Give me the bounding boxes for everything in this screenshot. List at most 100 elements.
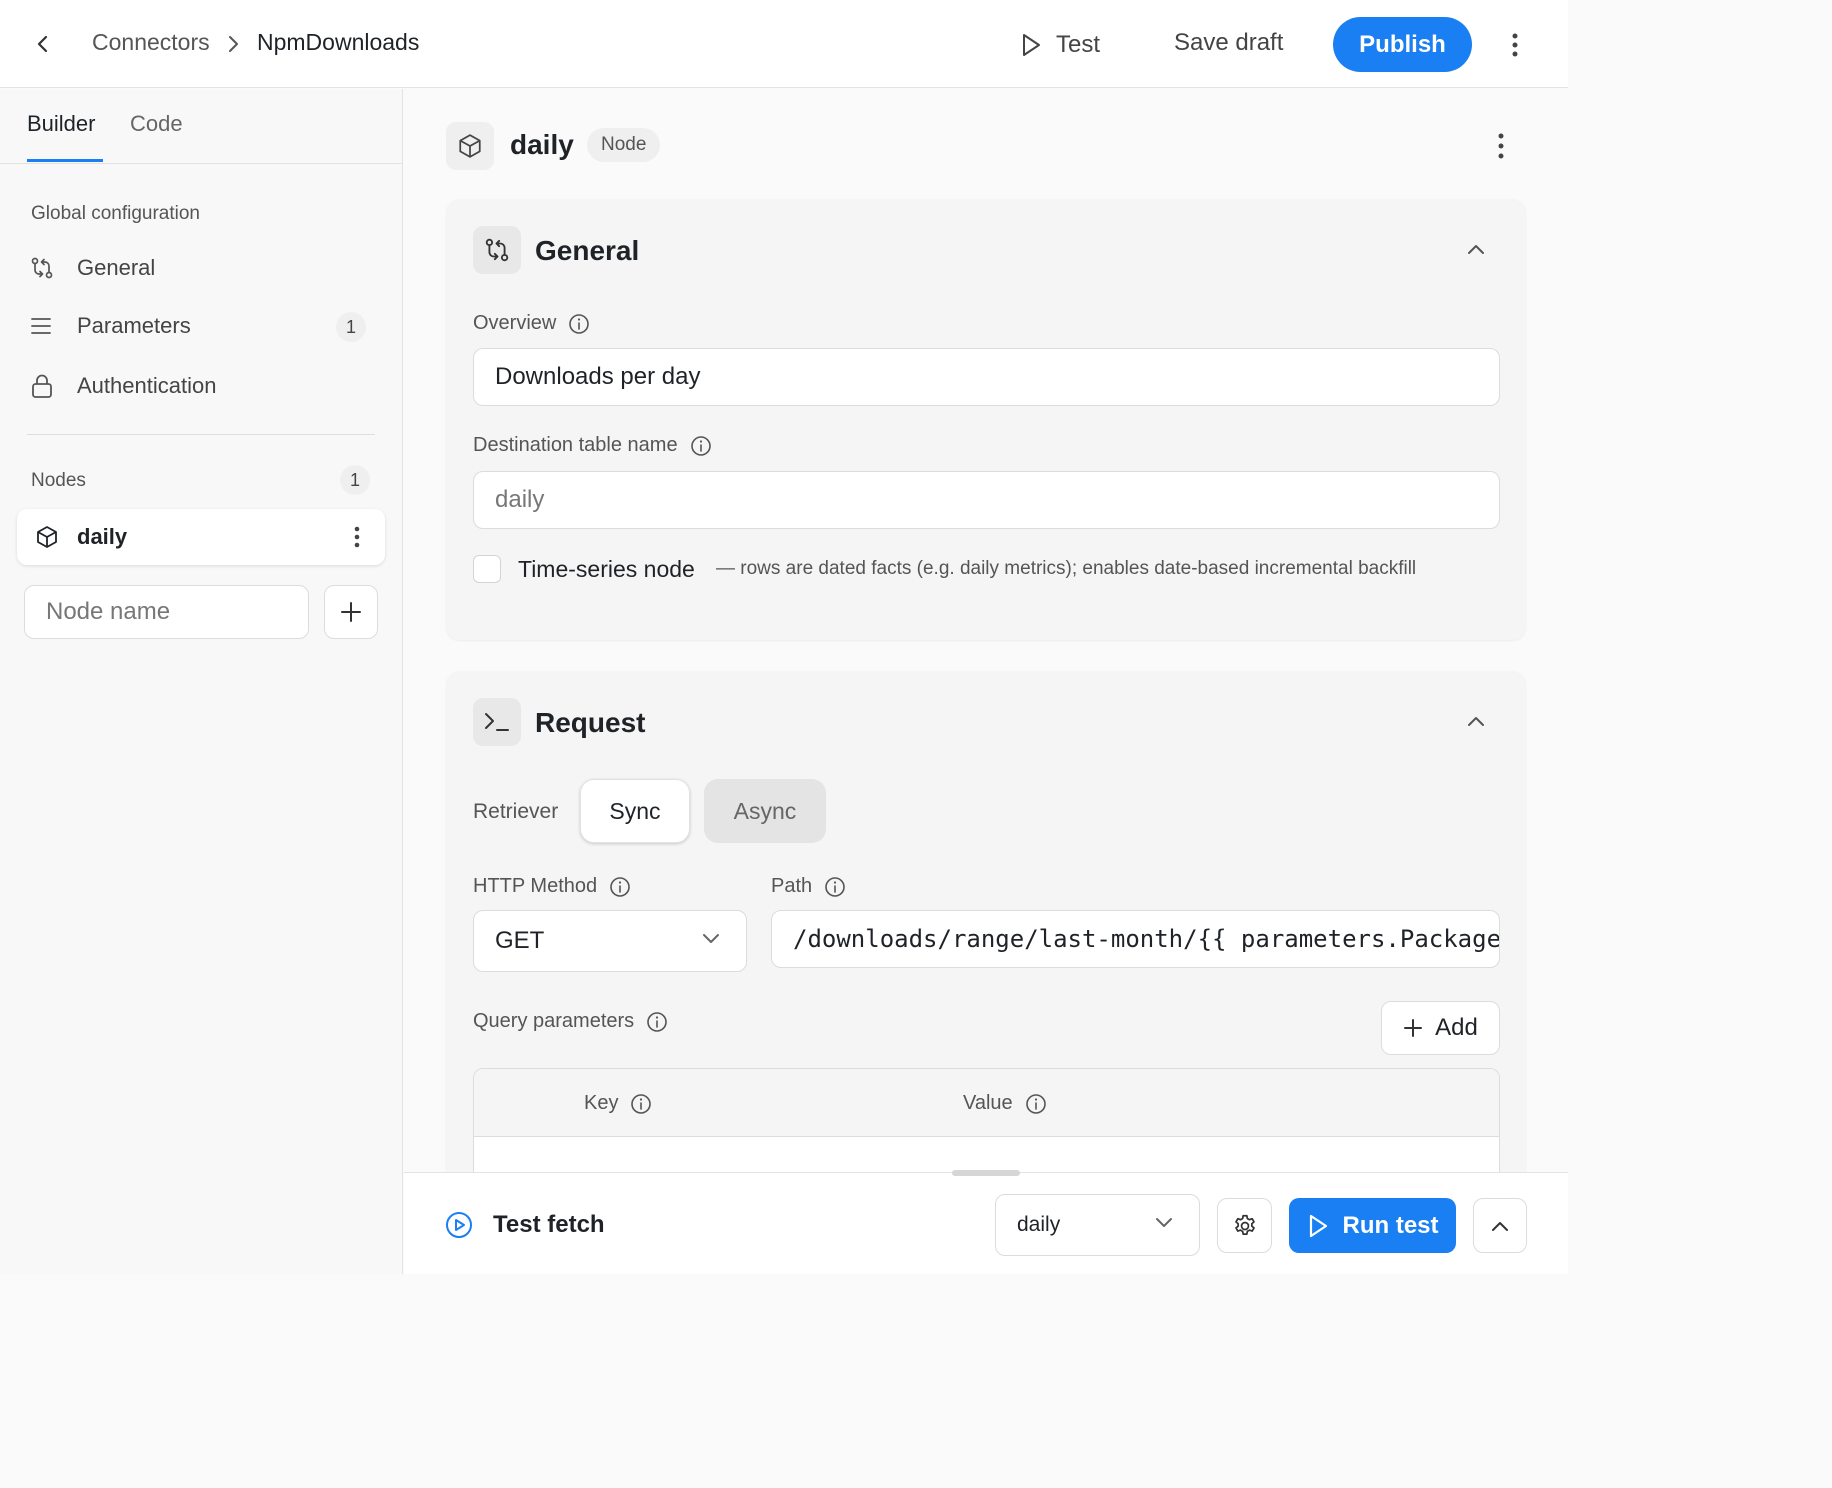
gear-icon — [1234, 1214, 1255, 1235]
path-input[interactable]: /downloads/range/last-month/{{ parameter… — [771, 910, 1500, 968]
destination-table-input[interactable]: daily — [473, 471, 1500, 529]
git-compare-icon — [473, 226, 521, 274]
resize-handle[interactable] — [952, 1170, 1020, 1176]
expand-test-panel-button[interactable] — [1473, 1198, 1527, 1253]
tab-code[interactable]: Code — [130, 111, 183, 137]
timeseries-checkbox[interactable] — [473, 555, 501, 583]
add-label: Add — [1435, 1014, 1478, 1041]
global-config-heading: Global configuration — [31, 203, 200, 224]
test-label: Test — [1056, 31, 1101, 58]
terminal-icon — [473, 698, 521, 746]
retriever-sync-option[interactable]: Sync — [580, 779, 690, 843]
node-item-more-button[interactable] — [347, 521, 367, 553]
main-content: daily Node General Overview Downloads pe… — [404, 89, 1568, 1172]
sidebar-item-authentication[interactable]: Authentication — [30, 364, 375, 408]
chevron-down-icon — [703, 934, 719, 943]
http-method-select[interactable]: GET — [473, 910, 747, 972]
test-node-select[interactable]: daily — [995, 1194, 1200, 1256]
publish-button[interactable]: Publish — [1333, 17, 1472, 72]
back-button[interactable] — [28, 28, 58, 60]
key-column-header: Key — [584, 1092, 652, 1115]
query-parameters-table: Key Value — [473, 1068, 1500, 1172]
table-header: Key Value — [474, 1069, 1499, 1137]
breadcrumb-current: NpmDownloads — [257, 29, 420, 55]
request-panel: Request Retriever Sync Async HTTP Method… — [446, 671, 1526, 1172]
overview-label: Overview — [473, 312, 590, 335]
chevron-left-icon — [37, 35, 48, 53]
sidebar-item-label: Authentication — [77, 373, 217, 398]
sidebar-item-label: General — [77, 255, 156, 280]
play-circle-icon — [446, 1212, 472, 1238]
sidebar-item-parameters[interactable]: Parameters — [30, 304, 375, 348]
node-more-button[interactable] — [1489, 129, 1513, 163]
test-fetch-label: Test fetch — [493, 1211, 605, 1238]
retriever-label: Retriever — [473, 800, 559, 823]
tab-builder[interactable]: Builder — [27, 111, 95, 137]
info-icon[interactable] — [609, 876, 631, 898]
query-parameters-label-text: Query parameters — [473, 1010, 635, 1032]
lock-icon — [30, 373, 64, 399]
cube-icon — [35, 525, 59, 554]
info-icon[interactable] — [568, 313, 590, 335]
test-node-select-value: daily — [1017, 1213, 1061, 1236]
test-settings-button[interactable] — [1217, 1198, 1272, 1253]
top-bar: Connectors NpmDownloads Test Save draft … — [0, 0, 1568, 88]
chevron-down-icon — [1156, 1218, 1172, 1227]
path-label: Path — [771, 875, 846, 898]
retriever-async-option[interactable]: Async — [704, 779, 826, 843]
info-icon[interactable] — [690, 435, 712, 457]
add-query-parameter-button[interactable]: Add — [1381, 1001, 1500, 1055]
git-compare-icon — [30, 256, 64, 280]
active-tab-indicator — [27, 159, 103, 162]
destination-label: Destination table name — [473, 434, 712, 457]
key-column-label: Key — [584, 1092, 619, 1114]
general-collapse-button[interactable] — [1464, 235, 1488, 263]
destination-label-text: Destination table name — [473, 434, 678, 456]
node-list-item[interactable]: daily — [17, 509, 385, 565]
run-test-label: Run test — [1342, 1211, 1439, 1239]
test-button[interactable]: Test — [1020, 24, 1100, 66]
more-vertical-icon — [1512, 33, 1518, 57]
parameters-count-badge: 1 — [336, 312, 366, 342]
node-list-item-label: daily — [77, 524, 128, 549]
query-parameters-label: Query parameters — [473, 1010, 668, 1033]
menu-lines-icon — [30, 316, 64, 336]
http-method-label: HTTP Method — [473, 875, 631, 898]
general-panel: General Overview Downloads per day Desti… — [446, 199, 1526, 640]
value-column-header: Value — [963, 1092, 1047, 1115]
more-menu-button[interactable] — [1500, 28, 1530, 62]
chevron-up-icon — [1468, 717, 1484, 726]
play-icon — [1023, 34, 1040, 56]
overview-input[interactable]: Downloads per day — [473, 348, 1500, 406]
node-title: daily — [510, 129, 574, 160]
run-test-button[interactable]: Run test — [1289, 1198, 1456, 1253]
overview-label-text: Overview — [473, 312, 557, 334]
sidebar-item-general[interactable]: General — [30, 246, 375, 290]
more-vertical-icon — [354, 526, 360, 548]
play-icon — [1309, 1214, 1327, 1237]
plus-icon — [1404, 1019, 1423, 1037]
timeseries-label: Time-series node — [518, 556, 695, 582]
sidebar: Builder Code Global configuration Genera… — [0, 89, 403, 1274]
info-icon[interactable] — [630, 1093, 652, 1115]
node-name-input[interactable] — [24, 585, 309, 639]
http-method-label-text: HTTP Method — [473, 875, 598, 897]
plus-icon — [341, 602, 361, 622]
nodes-heading: Nodes — [31, 470, 86, 491]
info-icon[interactable] — [824, 876, 846, 898]
info-icon[interactable] — [646, 1011, 668, 1033]
chevron-right-icon — [229, 36, 238, 52]
chevron-up-icon — [1492, 1221, 1508, 1231]
test-fetch-bar: Test fetch daily Run test — [404, 1170, 1568, 1274]
info-icon[interactable] — [1025, 1093, 1047, 1115]
chevron-up-icon — [1468, 245, 1484, 254]
cube-icon — [459, 134, 481, 158]
http-method-value: GET — [495, 927, 545, 954]
node-header-icon — [446, 122, 494, 170]
request-collapse-button[interactable] — [1464, 707, 1488, 735]
breadcrumb-connectors[interactable]: Connectors — [92, 29, 210, 56]
sidebar-tabs: Builder Code — [0, 89, 402, 164]
save-draft-button[interactable]: Save draft — [1174, 29, 1283, 57]
nodes-count-badge: 1 — [340, 465, 370, 495]
add-node-button[interactable] — [324, 585, 378, 639]
